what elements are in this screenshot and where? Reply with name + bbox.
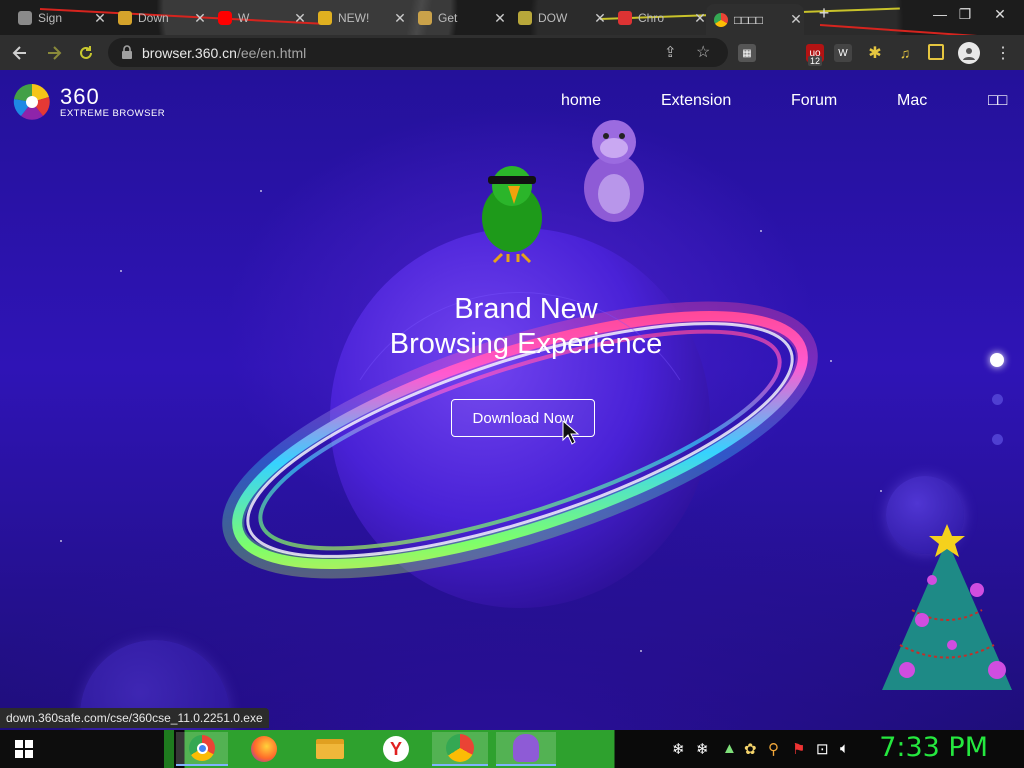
side-panel-icon[interactable] (928, 44, 944, 60)
new-tab-button[interactable]: + (814, 3, 834, 24)
close-icon[interactable]: ✕ (392, 10, 408, 27)
search-tray-icon[interactable]: ⚲ (768, 740, 779, 758)
chrome-app-icon[interactable] (432, 732, 488, 766)
web-page: 360 EXTREME BROWSER home Extension Forum… (0, 70, 1024, 730)
yandex-icon[interactable]: Y (378, 732, 414, 766)
star-decoration (880, 490, 882, 492)
chrome-icon[interactable] (176, 732, 228, 766)
windows-taskbar: Y ❄ ❄ ▲ ✿ ⚲ ⚑ ⊡ 🔈︎ 7:33 PM (0, 730, 1024, 768)
share-icon[interactable]: ⇪ (664, 43, 677, 61)
flag-icon[interactable]: ⚑ (792, 740, 805, 758)
snowflake-icon[interactable]: ❄ (672, 740, 685, 758)
file-explorer-icon[interactable] (312, 732, 348, 766)
nav-extension[interactable]: Extension (661, 92, 731, 110)
url-text: browser.360.cn/ee/en.html (142, 45, 306, 61)
site-logo[interactable]: 360 EXTREME BROWSER (12, 82, 165, 122)
nav-mac[interactable]: Mac (897, 92, 927, 110)
arrow-left-icon[interactable] (8, 41, 32, 65)
close-window-button[interactable]: ✕ (990, 6, 1010, 23)
tab-title: W (238, 11, 250, 25)
nav-language[interactable]: □□ (988, 92, 1007, 110)
tab-title: NEW! (338, 11, 370, 25)
taskbar-clock[interactable]: 7:33 PM (879, 732, 988, 763)
close-icon[interactable]: ✕ (492, 10, 508, 27)
tab-favicon (318, 11, 332, 25)
tab-active[interactable]: □□□□ ✕ (706, 4, 804, 35)
logo-number: 360 (60, 83, 100, 109)
logo-subtitle: EXTREME BROWSER (60, 107, 166, 119)
close-icon[interactable]: ✕ (92, 10, 108, 27)
url-path: /ee/en.html (236, 45, 307, 61)
tray-app-icon[interactable]: ✿ (744, 740, 757, 758)
nav-home[interactable]: home (561, 92, 601, 110)
tab-favicon (618, 11, 632, 25)
tab-title: Chro (638, 11, 665, 25)
bonzi-buddy-icon (584, 120, 644, 222)
star-icon[interactable]: ☆ (696, 42, 710, 62)
maximize-button[interactable]: ❐ (955, 6, 975, 23)
tab-3[interactable]: W ✕ (210, 4, 308, 32)
tab-title: Down (138, 11, 169, 25)
extension-icon[interactable]: ▦ (738, 44, 756, 62)
url-host: browser.360.cn (142, 45, 237, 61)
bonzi-icon[interactable] (496, 732, 556, 766)
extension-icon[interactable]: W (834, 44, 852, 62)
close-icon[interactable]: ✕ (788, 11, 804, 28)
mouse-cursor-icon (562, 420, 580, 445)
windows-start-icon[interactable] (6, 732, 42, 766)
chrome-favicon-icon (714, 12, 728, 27)
slide-dot[interactable] (992, 394, 1003, 405)
slide-dot[interactable] (992, 434, 1003, 445)
tab-2[interactable]: Down ✕ (110, 4, 208, 32)
close-icon[interactable]: ✕ (592, 10, 608, 27)
tab-favicon (18, 11, 32, 25)
profile-avatar-icon[interactable] (958, 42, 980, 64)
decoration-line (819, 24, 1020, 35)
address-bar[interactable]: browser.360.cn/ee/en.html ⇪ ☆ (108, 38, 728, 67)
360-logo-icon (13, 83, 50, 120)
tab-5[interactable]: Get ✕ (410, 4, 508, 32)
tab-favicon (518, 11, 532, 25)
menu-kebab-icon[interactable]: ⋮ (994, 44, 1012, 62)
tab-title: □□□□ (734, 12, 763, 27)
extension-badge: 12 (808, 56, 823, 66)
tab-title: Sign (38, 11, 63, 25)
star-decoration (260, 190, 262, 192)
tab-6[interactable]: DOW ✕ (510, 4, 608, 32)
snowflake-icon[interactable]: ❄ (696, 740, 709, 758)
status-bar-url: down.360safe.com/cse/360cse_11.0.2251.0.… (0, 708, 269, 728)
tab-strip: Sign ✕ Down ✕ W ✕ NEW! ✕ Get ✕ DOW ✕ Chr… (0, 0, 1024, 35)
parrot-icon (482, 166, 542, 264)
tray-tree-icon[interactable]: ▲ (722, 740, 737, 757)
slide-dot-active[interactable] (990, 353, 1004, 367)
hero-line-1: Brand New (454, 293, 598, 325)
reload-icon[interactable] (74, 41, 98, 65)
tab-favicon (118, 11, 132, 25)
hero-title: Brand New Browsing Experience (326, 292, 726, 362)
christmas-tree-icon (882, 524, 1012, 690)
star-decoration (60, 540, 62, 542)
puzzle-icon[interactable]: ✱ (866, 44, 884, 62)
star-decoration (120, 270, 122, 272)
minimize-button[interactable]: — (930, 6, 950, 22)
browser-toolbar: browser.360.cn/ee/en.html ⇪ ☆ ▦ uo 12 W … (0, 35, 1024, 70)
close-icon[interactable]: ✕ (292, 10, 308, 27)
tab-title: DOW (538, 11, 568, 25)
nav-forum[interactable]: Forum (791, 92, 837, 110)
firefox-icon[interactable] (246, 732, 282, 766)
lock-icon (122, 45, 132, 59)
close-icon[interactable]: ✕ (192, 10, 208, 27)
youtube-icon (218, 11, 232, 25)
tab-7[interactable]: Chro ✕ (610, 4, 708, 32)
tab-favicon (418, 11, 432, 25)
tab-1[interactable]: Sign ✕ (10, 4, 108, 32)
tab-4[interactable]: NEW! ✕ (310, 4, 408, 32)
volume-icon[interactable]: 🔈︎ (840, 740, 849, 757)
tab-title: Get (438, 11, 458, 25)
network-icon[interactable]: ⊡ (816, 740, 829, 758)
media-icon[interactable]: ♫ (896, 44, 914, 62)
arrow-right-icon[interactable] (42, 41, 66, 65)
hero-line-2: Browsing Experience (389, 328, 663, 360)
